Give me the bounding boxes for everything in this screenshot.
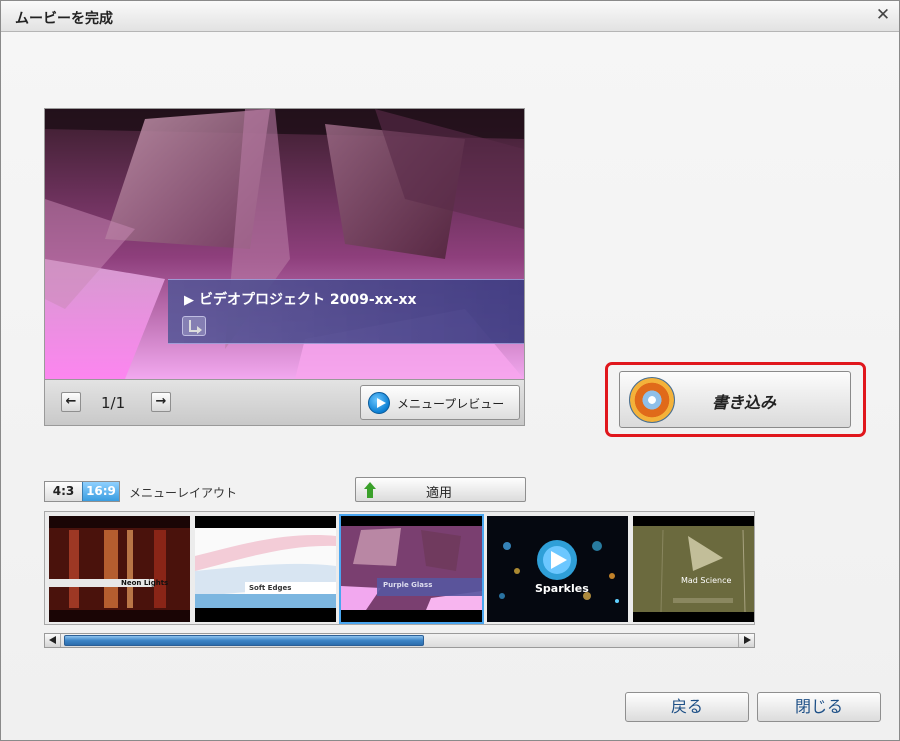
template-label: Purple Glass <box>383 581 433 589</box>
menu-title-bar: ▶ ビデオプロジェクト 2009-xx-xx <box>168 279 524 344</box>
aspect-16-9-button[interactable]: 16:9 <box>82 482 119 501</box>
return-icon[interactable] <box>182 316 206 336</box>
template-label: Soft Edges <box>249 584 292 592</box>
menu-layout-label: メニューレイアウト <box>129 486 238 500</box>
preview-controls: ← 1/1 → メニュープレビュー <box>45 379 524 425</box>
preview-screen: ▶ ビデオプロジェクト 2009-xx-xx <box>45 109 524 379</box>
menu-preview-panel: ▶ ビデオプロジェクト 2009-xx-xx ← 1/1 → メニュープレビュー <box>44 108 525 426</box>
back-button[interactable]: 戻る <box>625 692 749 722</box>
menu-preview-button[interactable]: メニュープレビュー <box>360 385 520 420</box>
disc-icon <box>629 377 675 423</box>
close-icon[interactable]: ✕ <box>874 5 892 25</box>
aspect-ratio-toggle: 4:3 16:9 <box>44 481 120 502</box>
next-page-button[interactable]: → <box>151 392 171 412</box>
template-label: Mad Science <box>681 576 732 585</box>
close-button[interactable]: 閉じる <box>757 692 881 722</box>
burn-button[interactable]: 書き込み <box>619 371 851 428</box>
menu-title-entry[interactable]: ▶ ビデオプロジェクト 2009-xx-xx <box>184 289 417 309</box>
template-strip: Neon Lights Soft Edges Purple Glass Spar… <box>44 511 755 625</box>
scrollbar-thumb[interactable] <box>64 635 424 646</box>
aspect-4-3-button[interactable]: 4:3 <box>45 482 82 501</box>
title-bar: ムービーを完成 ✕ <box>1 1 899 32</box>
template-thumbnail-neon-lights[interactable]: Neon Lights <box>49 516 190 622</box>
template-thumbnail-purple-glass[interactable]: Purple Glass <box>339 514 484 624</box>
play-triangle-icon: ▶ <box>184 293 194 308</box>
play-icon <box>368 392 390 414</box>
template-thumbnail-soft-edges[interactable]: Soft Edges <box>195 516 336 622</box>
scroll-right-arrow-icon[interactable] <box>738 634 754 647</box>
page-indicator: 1/1 <box>101 394 126 412</box>
up-arrow-icon <box>364 482 376 498</box>
dialog-window: ムービーを完成 ✕ ▶ ビデオプロジェクト 2009-xx-xx ← 1/1 →… <box>0 0 900 741</box>
apply-label: 適用 <box>426 486 453 501</box>
template-scrollbar[interactable] <box>44 633 755 648</box>
burn-label: 書き込み <box>712 393 777 412</box>
scroll-left-arrow-icon[interactable] <box>45 634 61 647</box>
template-thumbnail-sparkles[interactable]: Sparkles <box>487 516 628 622</box>
apply-button[interactable]: 適用 <box>355 477 526 502</box>
menu-title-text: ビデオプロジェクト 2009-xx-xx <box>199 292 417 308</box>
template-label: Neon Lights <box>121 579 169 587</box>
template-label: Sparkles <box>535 582 589 595</box>
window-title: ムービーを完成 <box>15 11 113 27</box>
prev-page-button[interactable]: ← <box>61 392 81 412</box>
menu-preview-label: メニュープレビュー <box>397 397 505 411</box>
template-thumbnail-mad-science[interactable]: Mad Science <box>633 516 754 622</box>
